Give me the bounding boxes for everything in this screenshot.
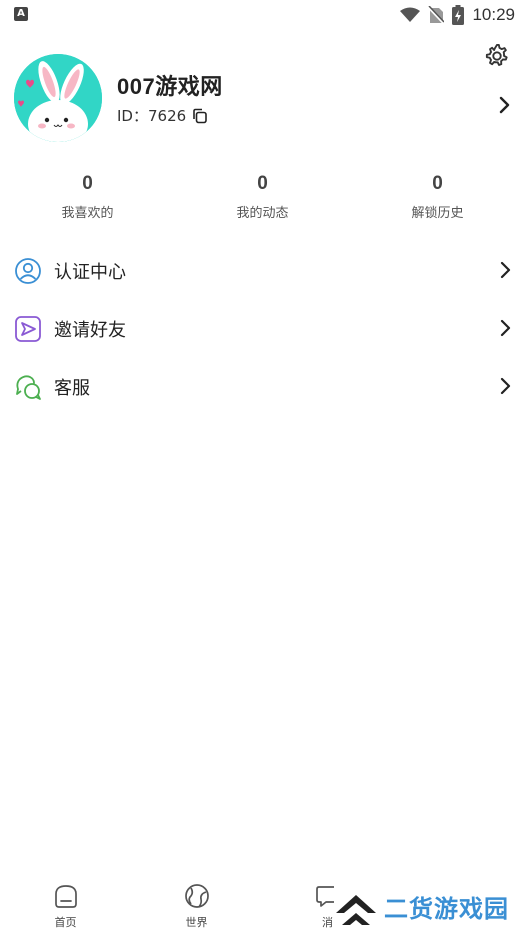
avatar[interactable]: [14, 54, 102, 142]
no-sim-icon: [428, 6, 445, 24]
menu-item-customer-service[interactable]: 客服: [0, 358, 525, 416]
profile-chevron-right-icon[interactable]: [497, 95, 511, 115]
profile-id-label: ID：7626: [117, 107, 187, 125]
nav-label: 首页: [54, 916, 77, 929]
profile-id-row: ID：7626: [117, 105, 208, 126]
stat-label: 我喜欢的: [61, 206, 114, 221]
status-time: 10:29: [472, 5, 515, 24]
stat-posts[interactable]: 0 我的动态: [175, 170, 350, 221]
stat-liked[interactable]: 0 我喜欢的: [0, 170, 175, 221]
menu-item-label: 认证中心: [54, 262, 126, 283]
chevron-right-icon: [500, 377, 511, 395]
nav-label: 世界: [185, 916, 208, 929]
nav-item-home[interactable]: 首页: [0, 868, 131, 933]
chevron-right-icon: [500, 261, 511, 279]
battery-charging-icon: [452, 5, 465, 25]
stat-label: 解锁历史: [411, 206, 464, 221]
globe-icon: [184, 884, 209, 908]
menu-item-label: 客服: [54, 378, 90, 399]
send-icon: [15, 316, 41, 342]
stat-unlock-history[interactable]: 0 解锁历史: [350, 170, 525, 221]
chevron-right-icon: [500, 319, 511, 337]
menu-item-invite-friends[interactable]: 邀请好友: [0, 300, 525, 358]
user-verify-icon: [15, 258, 41, 284]
menu-item-verification[interactable]: 认证中心: [0, 242, 525, 300]
copy-icon[interactable]: [192, 108, 208, 124]
chat-bubbles-icon: [16, 375, 41, 400]
stat-value: 0: [257, 173, 268, 194]
watermark-logo-icon: [336, 894, 376, 925]
nav-item-world[interactable]: 世界: [131, 868, 262, 933]
stats-row: 0 我喜欢的 0 我的动态 0 解锁历史: [0, 170, 525, 221]
bunny-avatar-image: [14, 54, 102, 142]
settings-gear-icon[interactable]: [483, 42, 511, 70]
menu-item-label: 邀请好友: [54, 320, 126, 341]
stat-label: 我的动态: [236, 206, 289, 221]
wifi-icon: [400, 7, 421, 22]
stat-value: 0: [432, 173, 443, 194]
status-icons: 10:29: [400, 4, 515, 26]
watermark-text: 二货游戏园: [384, 895, 509, 923]
stat-value: 0: [82, 173, 93, 194]
menu-list: 认证中心 邀请好友 客服: [0, 242, 525, 416]
watermark: 二货游戏园: [334, 884, 519, 929]
home-icon: [54, 885, 77, 908]
profile-name: 007游戏网: [117, 74, 223, 99]
status-bar: A 10:29: [0, 0, 525, 30]
notification-icon: A: [14, 7, 28, 21]
